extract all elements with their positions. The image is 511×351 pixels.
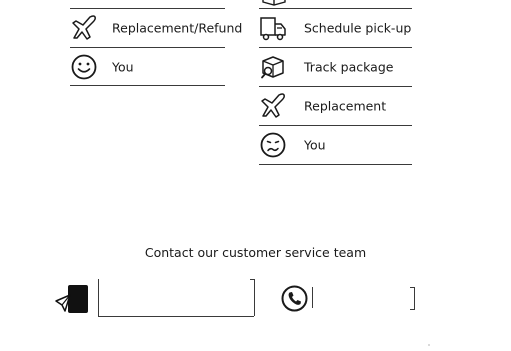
package-search-icon bbox=[259, 53, 287, 81]
menu-item-schedule-pickup[interactable]: Schedule pick-up bbox=[259, 9, 412, 48]
left-menu: Replacement/Refund You bbox=[70, 0, 242, 86]
airplane-icon bbox=[70, 14, 98, 42]
menu-item-track-package[interactable]: Track package bbox=[259, 48, 412, 87]
menu-item-you[interactable]: You bbox=[70, 48, 225, 86]
contact-title: Contact our customer service team bbox=[144, 245, 367, 260]
menu-item-you[interactable]: You bbox=[259, 126, 412, 165]
smile-face-icon bbox=[70, 53, 98, 81]
delivery-truck-icon bbox=[259, 14, 287, 42]
decorative-dot bbox=[428, 344, 430, 346]
right-menu: Schedule pick-up Track package Replaceme… bbox=[259, 0, 412, 165]
menu-item-replacement-refund[interactable]: Replacement/Refund bbox=[70, 9, 242, 48]
phone-icon bbox=[281, 285, 308, 312]
menu-divider bbox=[70, 0, 225, 9]
message-input-border-right bbox=[254, 279, 255, 316]
menu-divider bbox=[259, 0, 412, 9]
sad-face-icon bbox=[259, 131, 287, 159]
phone-input[interactable] bbox=[312, 287, 416, 309]
menu-item-label: Replacement/Refund bbox=[112, 20, 243, 36]
chat-message-icon bbox=[54, 283, 90, 315]
menu-item-label: Schedule pick-up bbox=[304, 20, 412, 36]
menu-item-label: Track package bbox=[304, 59, 394, 75]
menu-item-label: You bbox=[304, 137, 326, 153]
menu-item-label: You bbox=[112, 59, 134, 74]
airplane-icon bbox=[259, 92, 287, 120]
menu-item-label: Replacement bbox=[304, 98, 387, 114]
menu-item-replacement[interactable]: Replacement bbox=[259, 87, 412, 126]
message-input[interactable] bbox=[98, 279, 254, 317]
